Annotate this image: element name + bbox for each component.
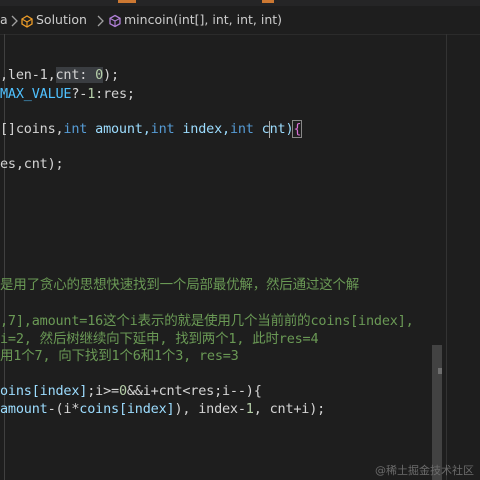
code-line[interactable]: MAX_VALUE?-1:res; (0, 85, 135, 104)
breadcrumb-class[interactable]: Solution (36, 12, 87, 27)
vertical-scrollbar-track[interactable] (452, 34, 466, 480)
comment-line[interactable]: 用1个7, 向下找到1个6和1个3, res=3 (0, 347, 239, 366)
comment-line[interactable]: 是用了贪心的思想快速找到一个局部最优解，然后通过这个解 (0, 276, 359, 295)
comment-line[interactable]: ,7],amount=16这个i表示的就是使用几个当前前的coins[index… (0, 312, 414, 331)
breadcrumb-method[interactable]: mincoin(int[], int, int, int) (124, 12, 282, 27)
watermark: @稀土掘金技术社区 (375, 464, 474, 477)
tab-accent-left (118, 0, 136, 3)
class-icon (21, 15, 33, 28)
breadcrumb: a Solution mincoin(int[], int, int, int) (0, 6, 480, 35)
code-line-recursive-call[interactable]: amount-(i*coins[index]), index-1, cnt+i)… (0, 400, 325, 419)
method-icon (109, 14, 121, 28)
tab-accent-right (262, 0, 274, 3)
breadcrumb-file-fragment[interactable]: a (0, 12, 8, 27)
vertical-scrollbar-thumb[interactable] (432, 345, 442, 480)
chevron-right-icon (97, 15, 104, 27)
code-line[interactable]: es,cnt); (0, 155, 64, 174)
text-cursor (269, 121, 270, 138)
code-line-for-loop[interactable]: oins[index];i>=0&&i+cnt<res;i--){ (0, 382, 262, 401)
code-line[interactable]: ,len-1,cnt: 0); (0, 66, 119, 85)
scrollbar-cursor-marker (438, 368, 442, 374)
code-line-method-signature[interactable]: []coins,int amount,int index,int cnt){ (0, 120, 303, 139)
minimap-edge (446, 34, 447, 480)
